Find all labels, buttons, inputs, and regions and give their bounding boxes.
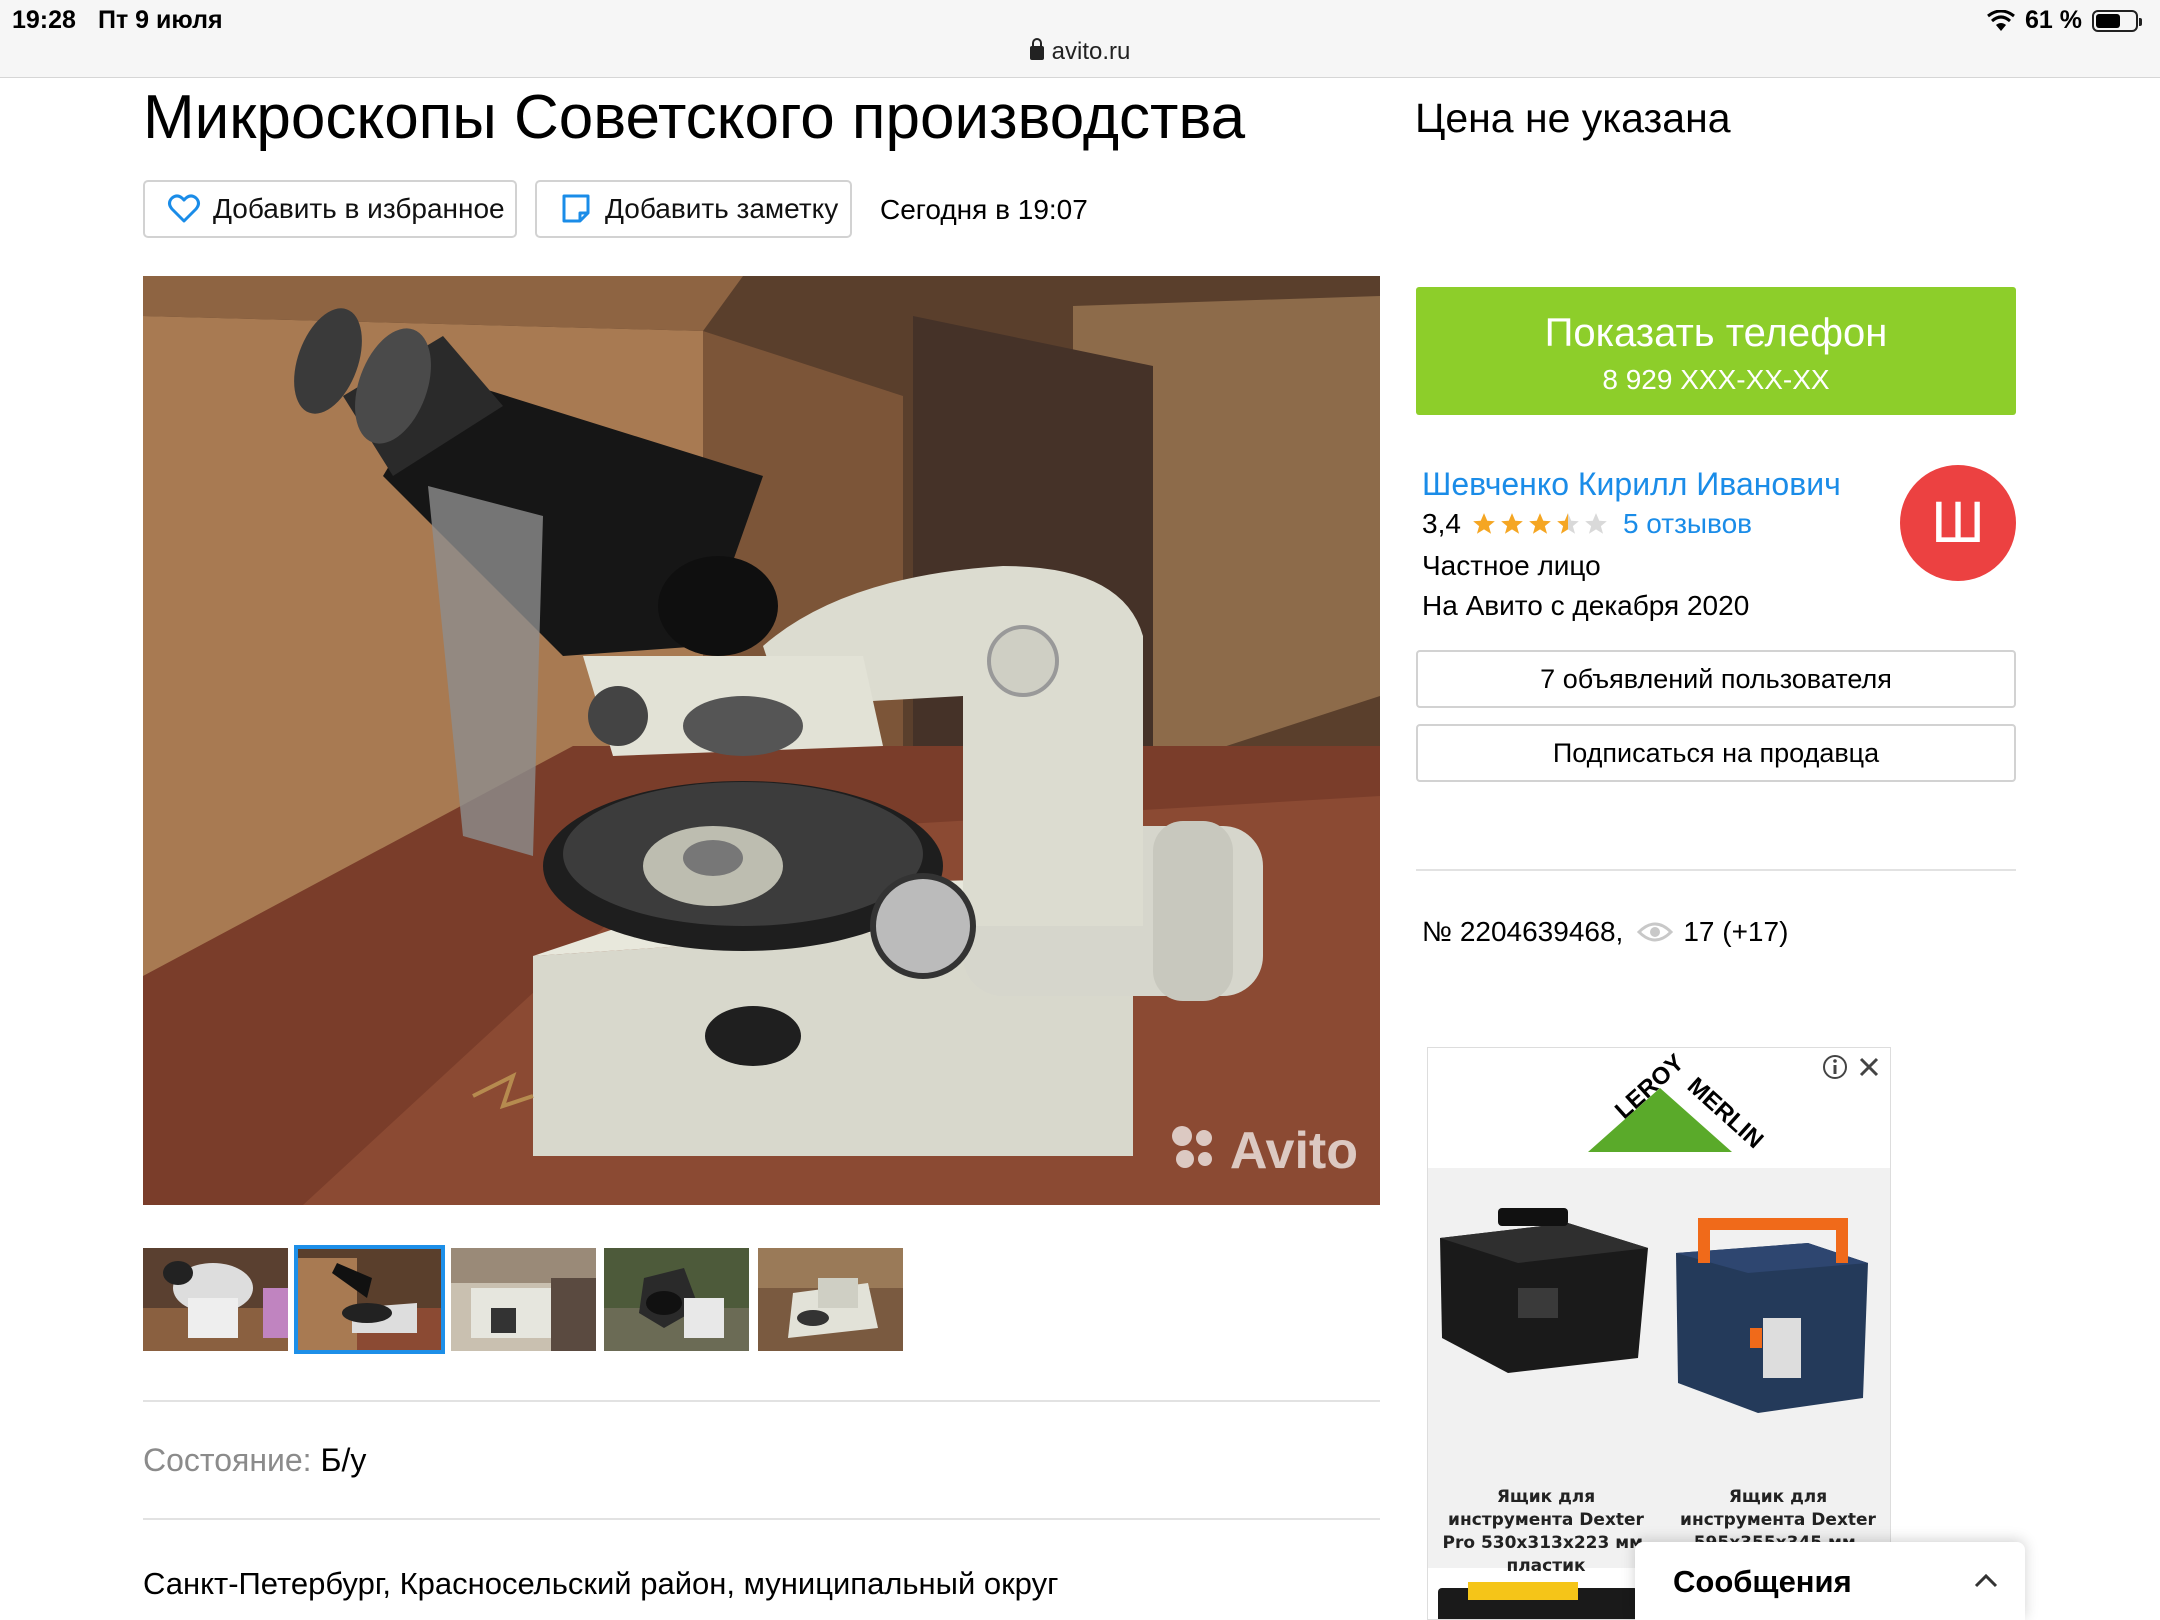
seller-rating: 3,4 5 отзывов bbox=[1422, 508, 1752, 540]
wifi-icon bbox=[1987, 9, 2015, 32]
ad-info-icon[interactable] bbox=[1820, 1052, 1850, 1082]
photo-thumbnail-active[interactable] bbox=[294, 1245, 445, 1354]
divider bbox=[1416, 869, 2016, 871]
divider bbox=[143, 1400, 1380, 1402]
item-number: № 2204639468, bbox=[1422, 916, 1624, 947]
lock-icon bbox=[1029, 38, 1044, 60]
item-meta: № 2204639468, 17 (+17) bbox=[1422, 916, 1788, 948]
page-title: Микроскопы Советского производства bbox=[143, 83, 1246, 152]
show-phone-button[interactable]: Показать телефон 8 929 XXX-XX-XX bbox=[1416, 287, 2016, 415]
star-icon bbox=[1529, 513, 1551, 534]
avito-watermark: Avito bbox=[1171, 1121, 1358, 1181]
reviews-link[interactable]: 5 отзывов bbox=[1623, 508, 1752, 540]
main-photo[interactable]: Avito bbox=[143, 276, 1380, 1205]
eye-icon bbox=[1637, 922, 1674, 942]
chevron-up-icon bbox=[1974, 1573, 1998, 1588]
address: Санкт-Петербург, Красносельский район, м… bbox=[143, 1566, 1059, 1601]
condition-label: Состояние: bbox=[143, 1442, 312, 1478]
seller-since: На Авито с декабря 2020 bbox=[1422, 590, 1750, 621]
divider bbox=[143, 1518, 1380, 1520]
messages-panel[interactable]: Сообщения bbox=[1635, 1542, 2025, 1620]
status-right: 61 % bbox=[1987, 6, 2142, 35]
toolbox-images bbox=[1440, 1208, 1868, 1413]
photo-thumbnail[interactable] bbox=[604, 1248, 749, 1351]
battery-icon bbox=[2092, 9, 2142, 32]
star-empty-icon bbox=[1585, 513, 1607, 534]
watermark-text: Avito bbox=[1229, 1122, 1358, 1180]
ad-close-icon[interactable] bbox=[1854, 1052, 1884, 1082]
add-favorite-label: Добавить в избранное bbox=[213, 193, 505, 224]
condition-value: Б/у bbox=[320, 1442, 367, 1478]
address-bar[interactable]: avito.ru bbox=[0, 38, 2160, 66]
ad-product-caption[interactable]: Ящик для инструмента Dexter Pro 530x313x… bbox=[1436, 1486, 1656, 1578]
ios-status-bar: 19:28 Пт 9 июля avito.ru 61 % bbox=[0, 0, 2160, 78]
battery-percent: 61 % bbox=[2025, 6, 2082, 34]
status-time: 19:28 bbox=[12, 6, 76, 34]
address-url: avito.ru bbox=[1051, 38, 1131, 65]
note-icon bbox=[559, 192, 593, 226]
avatar[interactable]: Ш bbox=[1900, 465, 2016, 581]
photo-thumbnail[interactable] bbox=[758, 1248, 903, 1351]
add-note-button[interactable]: Добавить заметку bbox=[535, 180, 852, 238]
show-phone-label: Показать телефон bbox=[1544, 311, 1888, 355]
phone-masked: 8 929 XXX-XX-XX bbox=[1602, 364, 1830, 395]
view-count: 17 (+17) bbox=[1683, 916, 1789, 947]
condition: Состояние: Б/у bbox=[143, 1442, 366, 1479]
add-favorite-button[interactable]: Добавить в избранное bbox=[143, 180, 517, 238]
seller-type: Частное лицо bbox=[1422, 550, 1601, 581]
add-note-label: Добавить заметку bbox=[605, 193, 839, 224]
photo-thumbnail[interactable] bbox=[451, 1248, 596, 1351]
messages-label: Сообщения bbox=[1673, 1564, 1852, 1599]
rating-value: 3,4 bbox=[1422, 508, 1461, 539]
star-icon bbox=[1473, 513, 1495, 534]
published-date: Сегодня в 19:07 bbox=[880, 194, 1088, 225]
photo-thumbnail[interactable] bbox=[143, 1248, 288, 1351]
rating-stars bbox=[1471, 511, 1609, 537]
subscribe-seller-button[interactable]: Подписаться на продавца bbox=[1416, 724, 2016, 782]
price: Цена не указана bbox=[1415, 95, 1731, 141]
star-half-icon bbox=[1557, 513, 1579, 534]
star-icon bbox=[1501, 513, 1523, 534]
user-ads-button[interactable]: 7 объявлений пользователя bbox=[1416, 650, 2016, 708]
status-date: Пт 9 июля bbox=[98, 6, 223, 34]
seller-name-link[interactable]: Шевченко Кирилл Иванович bbox=[1422, 466, 1841, 503]
heart-icon bbox=[167, 192, 201, 226]
advertisement[interactable]: LEROY MERLIN Ящик для инструмента Dexter… bbox=[1427, 1047, 1891, 1620]
